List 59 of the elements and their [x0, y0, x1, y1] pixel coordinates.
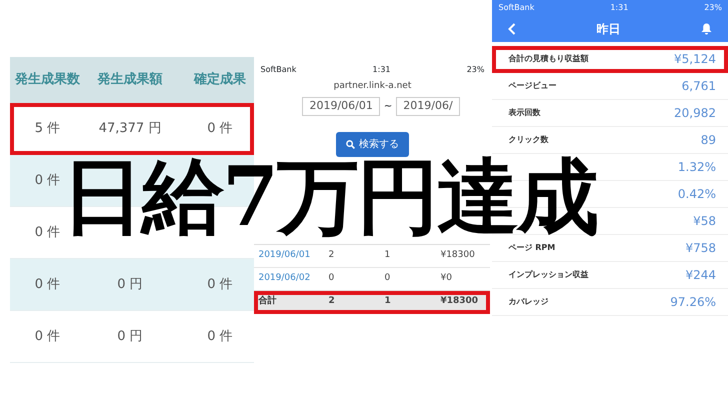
- table-cell-text: 2: [327, 294, 336, 308]
- url-text: partner.link-a.net: [334, 81, 412, 91]
- search-button[interactable]: 検索する: [336, 132, 409, 156]
- table-cell-text: 5 件: [34, 120, 62, 138]
- metric-value: ¥244: [685, 267, 716, 284]
- metric-label: クリック数: [508, 134, 548, 146]
- table-cell-text: 0 件: [34, 172, 62, 190]
- status-time: 1:31: [610, 2, 628, 14]
- metric-value: 0.42%: [678, 186, 716, 203]
- metric-label: インプレッション収益: [508, 269, 588, 281]
- metric-label: 合計の見積もり収益額: [508, 53, 588, 65]
- column-header: 発生成果額: [96, 70, 164, 90]
- bell-icon[interactable]: [700, 23, 712, 35]
- metric-value: 89: [700, 132, 716, 149]
- table-cell-text: 47,377 円: [98, 120, 162, 138]
- battery-level: 23%: [704, 2, 722, 14]
- metric-value: 20,982: [674, 105, 716, 122]
- date-field[interactable]: 2019/06/01: [302, 97, 380, 116]
- metric-label: カバレッジ: [508, 296, 548, 308]
- metric-value: ¥5,124: [674, 51, 716, 68]
- table-cell-text: 0 件: [34, 224, 62, 242]
- search-icon: [346, 140, 355, 148]
- table-cell-text: 2019/06/01: [257, 248, 312, 262]
- table-cell-text: 0: [327, 272, 336, 285]
- metric-label: ページ RPM: [508, 242, 556, 254]
- table-cell-text: 1: [383, 248, 392, 262]
- carrier-name: SoftBank: [260, 64, 296, 76]
- table-cell-text: 0 円: [116, 276, 144, 294]
- battery-level: 23%: [466, 64, 484, 76]
- table-cell-text: ¥18300: [439, 248, 476, 262]
- table-cell-text: 2019/06/02: [257, 272, 312, 285]
- date-separator: ~: [384, 100, 392, 114]
- table-cell-text: ¥18300: [439, 294, 480, 308]
- table-cell-text: ¥0: [439, 272, 453, 285]
- table-cell-text: 0 件: [34, 328, 62, 346]
- table-cell-text: 0: [383, 272, 392, 285]
- column-header: 確定成果: [192, 70, 247, 90]
- status-time: 1:31: [372, 64, 391, 76]
- table-cell-text: 0 件: [206, 328, 234, 346]
- table-cell-text: 合計: [257, 294, 278, 308]
- metric-value: 6,761: [682, 78, 716, 95]
- date-field[interactable]: 2019/06/: [396, 97, 460, 116]
- metric-label: ページビュー: [508, 80, 556, 92]
- table-cell-text: 0 円: [116, 328, 144, 346]
- column-header: 発生成果数: [14, 71, 81, 90]
- back-icon[interactable]: [508, 23, 516, 35]
- carrier-name: SoftBank: [498, 2, 534, 14]
- overlay-title: 日給7万円達成: [62, 156, 598, 238]
- screen-title: 昨日: [596, 21, 621, 38]
- table-cell-text: 1: [383, 294, 392, 308]
- table-cell-text: 0 件: [206, 276, 234, 294]
- table-cell-text: 0 件: [34, 276, 62, 294]
- metric-value: ¥58: [693, 213, 716, 230]
- metric-value: 97.26%: [670, 294, 716, 311]
- table-cell-text: 2: [327, 248, 336, 262]
- metric-value: 1.32%: [678, 159, 716, 176]
- metric-value: ¥758: [685, 240, 716, 257]
- metric-label: 表示回数: [508, 107, 540, 119]
- table-cell-text: 0 件: [206, 120, 234, 138]
